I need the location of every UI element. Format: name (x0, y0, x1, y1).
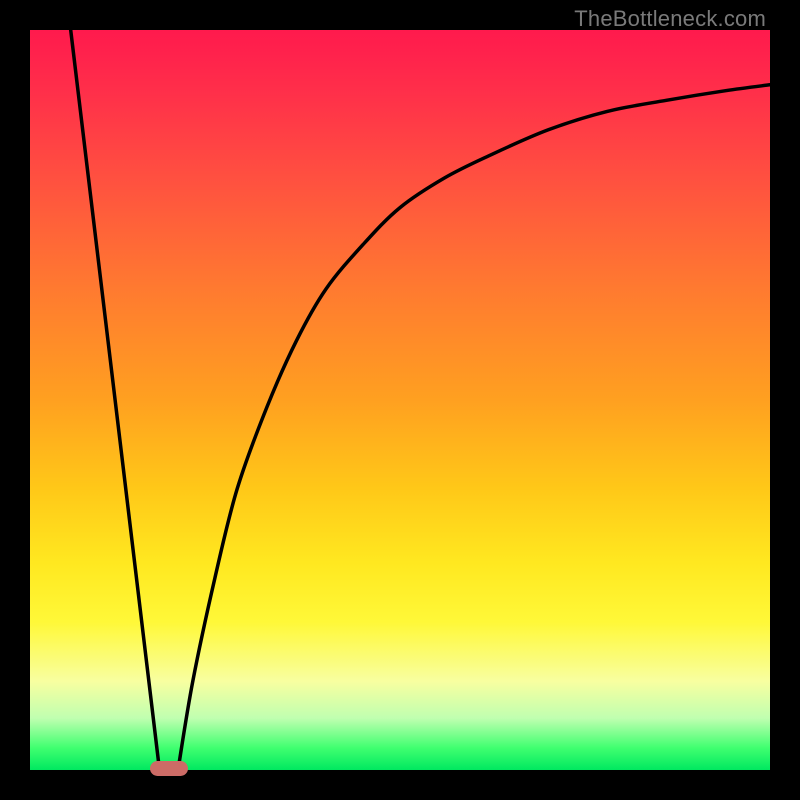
curve-right-branch (178, 85, 770, 770)
chart-frame: TheBottleneck.com (0, 0, 800, 800)
minimum-marker (150, 761, 188, 776)
plot-area (30, 30, 770, 770)
curve-layer (30, 30, 770, 770)
curve-left-branch (71, 30, 160, 770)
watermark-text: TheBottleneck.com (574, 6, 766, 32)
